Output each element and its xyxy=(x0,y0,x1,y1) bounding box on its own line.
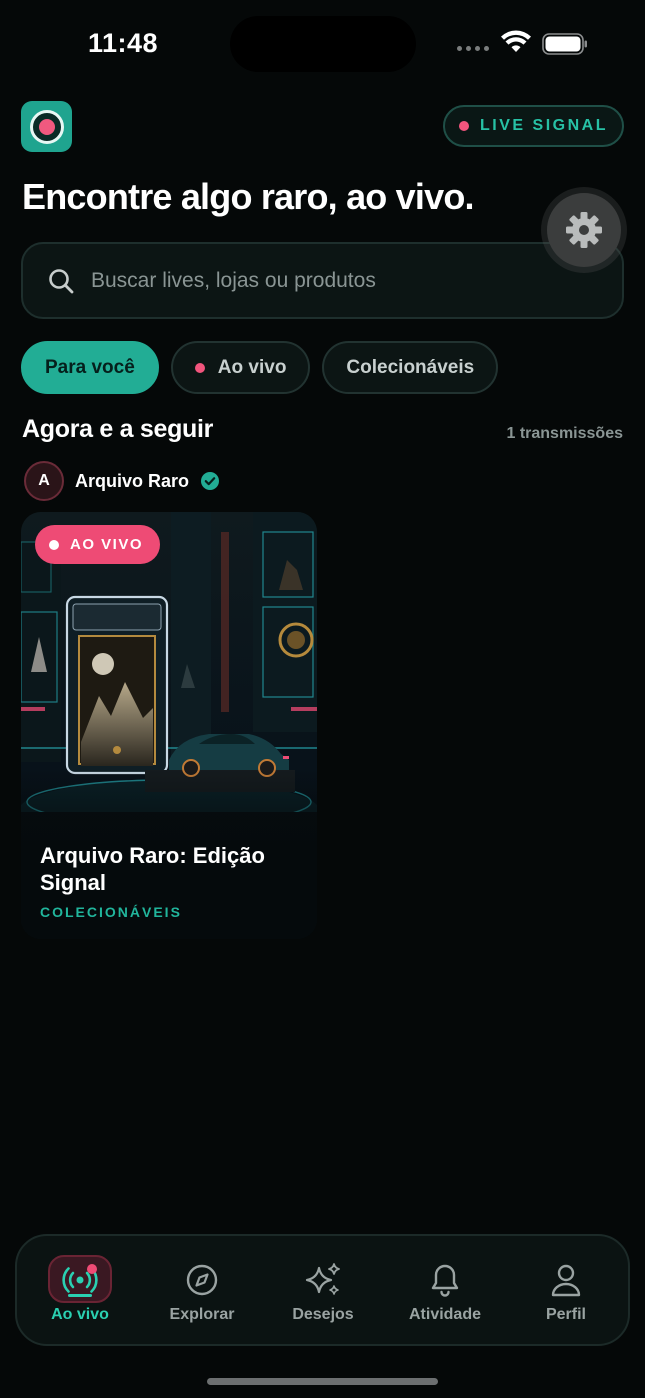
tab-label: Atividade xyxy=(408,1306,481,1323)
bell-icon xyxy=(423,1258,467,1302)
settings-button[interactable] xyxy=(547,193,621,267)
avatar: A xyxy=(24,461,64,501)
seller-name: Arquivo Raro xyxy=(75,470,190,491)
chip-colecionaveis[interactable]: Colecionáveis xyxy=(322,341,499,394)
filter-chips: Para você Ao vivo Colecionáveis xyxy=(21,341,499,394)
tab-label: Explorar xyxy=(169,1306,235,1323)
gear-icon xyxy=(566,212,602,248)
chip-label: Para você xyxy=(45,356,135,378)
search-input[interactable] xyxy=(91,268,571,293)
seller-row[interactable]: A Arquivo Raro xyxy=(24,461,220,501)
battery-icon xyxy=(542,33,587,55)
live-signal-badge[interactable]: LIVE SIGNAL xyxy=(443,105,624,147)
live-stream-card[interactable]: AO VIVO Arquivo Raro: Edição Signal COLE… xyxy=(21,512,317,939)
tab-label: Desejos xyxy=(292,1306,354,1323)
live-dot-icon xyxy=(194,362,205,373)
live-dot-icon xyxy=(49,539,59,550)
card-category: COLECIONÁVEIS xyxy=(40,904,182,920)
bottom-tab-bar: Ao vivo Explorar Desejos Atividade Perfi… xyxy=(15,1234,630,1346)
live-broadcast-icon xyxy=(58,1258,102,1302)
tab-atividade[interactable]: Atividade xyxy=(395,1258,495,1324)
app-logo xyxy=(21,101,72,152)
verified-icon xyxy=(201,472,220,490)
person-icon xyxy=(544,1258,588,1302)
page-headline: Encontre algo raro, ao vivo. xyxy=(22,176,475,217)
section-title: Agora e a seguir xyxy=(22,415,214,443)
dynamic-island xyxy=(230,16,416,72)
tab-desejos[interactable]: Desejos xyxy=(273,1258,373,1324)
search-icon xyxy=(49,268,74,293)
tab-explorar[interactable]: Explorar xyxy=(152,1258,252,1324)
tab-ao-vivo[interactable]: Ao vivo xyxy=(30,1255,130,1324)
status-time: 11:48 xyxy=(88,28,159,58)
live-badge-label: AO VIVO xyxy=(70,536,144,553)
search-bar[interactable] xyxy=(21,242,624,319)
chip-label: Ao vivo xyxy=(217,356,287,378)
sparkles-icon xyxy=(301,1258,345,1302)
section-count: 1 transmissões xyxy=(506,425,623,442)
tab-perfil[interactable]: Perfil xyxy=(516,1258,616,1324)
chip-label: Colecionáveis xyxy=(346,356,475,378)
live-dot-icon xyxy=(459,121,470,131)
home-indicator[interactable] xyxy=(207,1378,438,1385)
tab-label: Ao vivo xyxy=(51,1306,109,1323)
live-signal-label: LIVE SIGNAL xyxy=(480,117,608,134)
chip-para-voce[interactable]: Para você xyxy=(21,341,159,394)
card-title: Arquivo Raro: Edição Signal xyxy=(40,843,265,895)
tab-label: Perfil xyxy=(545,1306,586,1323)
chip-ao-vivo[interactable]: Ao vivo xyxy=(170,341,311,394)
compass-icon xyxy=(180,1258,224,1302)
cellular-signal-icon xyxy=(457,46,489,51)
live-badge: AO VIVO xyxy=(35,525,161,564)
wifi-icon xyxy=(501,30,531,52)
